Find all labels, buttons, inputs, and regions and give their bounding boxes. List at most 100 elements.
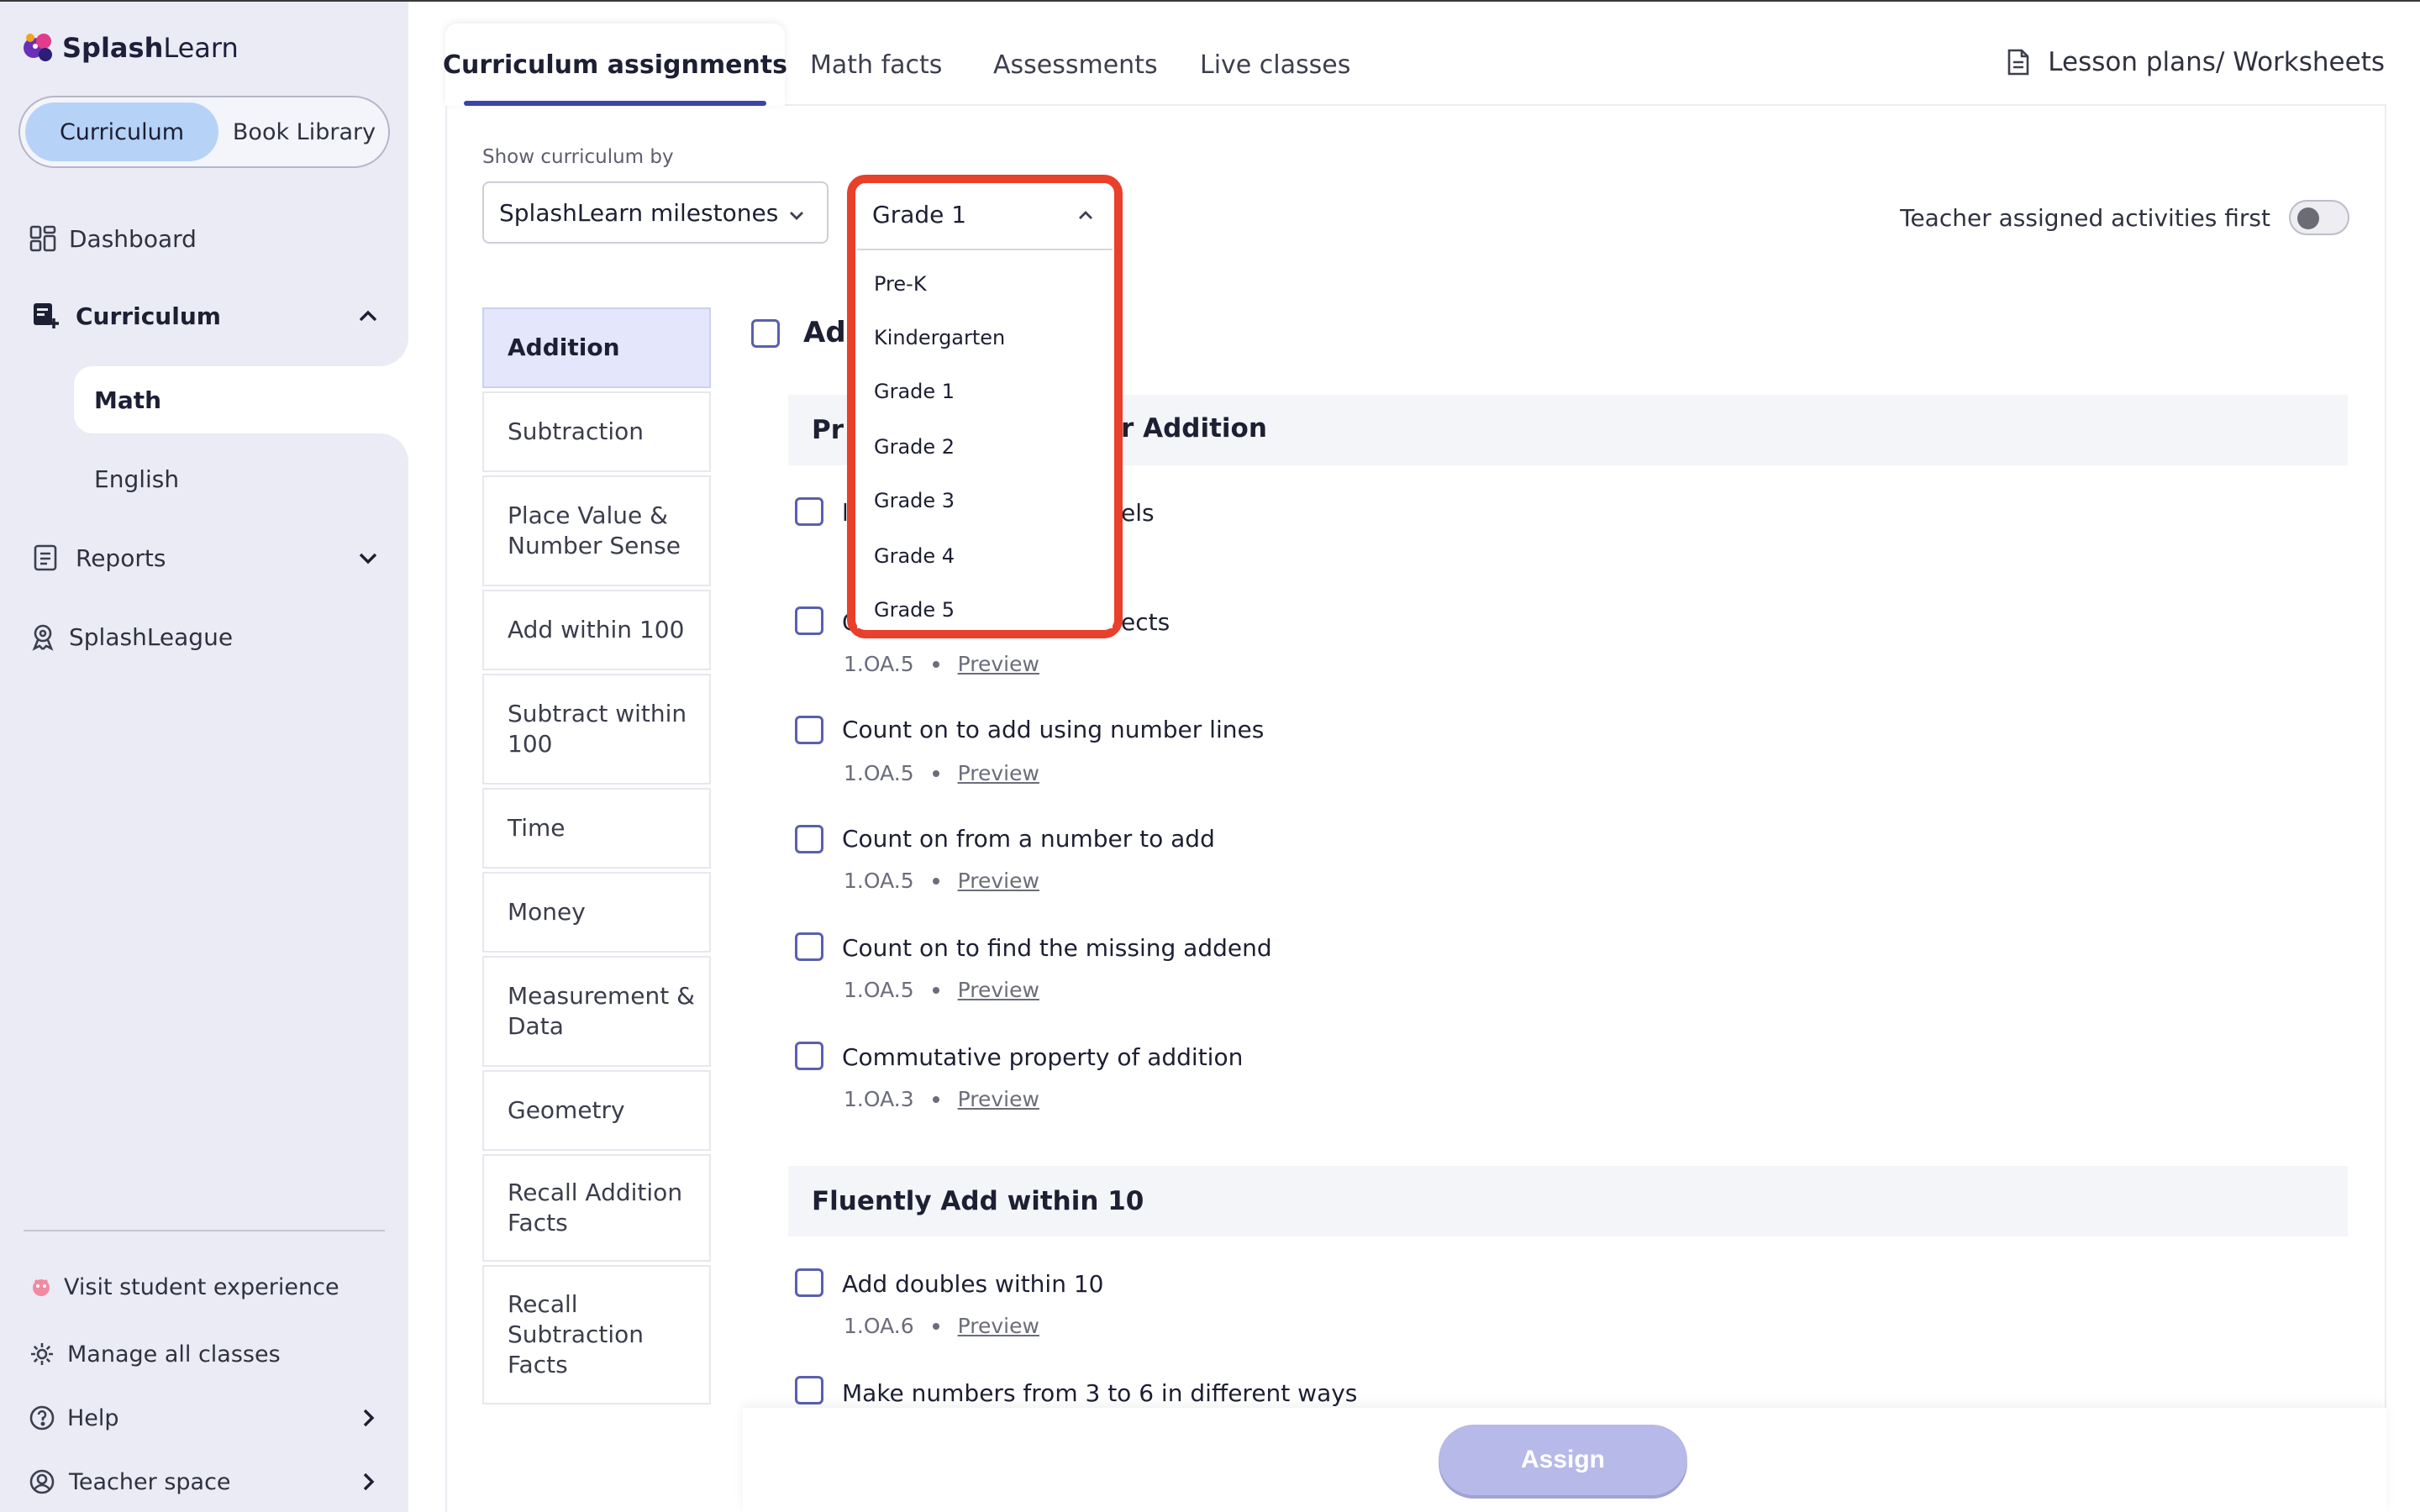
- activity-meta: 1.OA.5 Preview: [844, 652, 1039, 676]
- activity-title-right: els: [1121, 499, 1155, 527]
- activity-checkbox[interactable]: [795, 1376, 823, 1404]
- switch-knob: [2297, 207, 2319, 229]
- sidebar-item-reports[interactable]: Reports: [0, 526, 408, 590]
- activity-title: Count on from a number to add: [842, 825, 1215, 853]
- curriculum-toggle-button[interactable]: Curriculum: [25, 102, 218, 161]
- activity-checkbox[interactable]: [795, 716, 823, 744]
- topic-addition[interactable]: Addition: [482, 307, 711, 388]
- lesson-plans-link[interactable]: Lesson plans/ Worksheets: [2006, 47, 2385, 77]
- sidebar-divider: [24, 1230, 385, 1231]
- sidebar-item-teacher-space[interactable]: Teacher space: [0, 1450, 408, 1512]
- active-tab-curve-bottom: [366, 433, 408, 462]
- grade-options-list: Pre-K Kindergarten Grade 1 Grade 2 Grade…: [857, 249, 1113, 628]
- activity-title: Make numbers from 3 to 6 in different wa…: [842, 1379, 1358, 1407]
- trophy-icon: [29, 622, 57, 651]
- activity-checkbox[interactable]: [795, 606, 823, 635]
- grade-select[interactable]: Grade 1: [857, 183, 1113, 245]
- tab-live-classes[interactable]: Live classes: [1200, 24, 1350, 106]
- preview-link[interactable]: Preview: [958, 652, 1039, 676]
- brand-logo[interactable]: SplashLearn: [18, 27, 239, 69]
- milestones-select-value: SplashLearn milestones: [499, 198, 779, 227]
- sidebar-item-curriculum[interactable]: Curriculum: [0, 284, 408, 348]
- grade-option-grade-3[interactable]: Grade 3: [874, 489, 955, 512]
- splashlearn-logo-icon: [18, 28, 59, 68]
- preview-link[interactable]: Preview: [958, 761, 1039, 785]
- grade-option-kindergarten[interactable]: Kindergarten: [874, 326, 1005, 349]
- section-title-right: r Addition: [1121, 413, 1267, 444]
- topic-subtraction[interactable]: Subtraction: [482, 391, 711, 472]
- preview-link[interactable]: Preview: [958, 978, 1039, 1002]
- sidebar-subitem-english[interactable]: English: [94, 465, 179, 493]
- section-header: Fluently Add within 10: [788, 1166, 2348, 1236]
- brand-name: SplashLearn: [62, 32, 239, 64]
- activity-checkbox[interactable]: [795, 1042, 823, 1070]
- preview-link[interactable]: Preview: [958, 869, 1039, 893]
- milestones-select[interactable]: SplashLearn milestones: [482, 181, 829, 244]
- topic-place-value[interactable]: Place Value & Number Sense: [482, 475, 711, 586]
- topic-title: Ad: [803, 316, 846, 349]
- standard-code: 1.OA.5: [844, 652, 914, 676]
- sidebar-item-label: Teacher space: [69, 1468, 231, 1495]
- chevron-right-icon[interactable]: [356, 1406, 380, 1430]
- activity-title-right: ects: [1121, 608, 1171, 636]
- sidebar-subitem-math[interactable]: Math: [74, 366, 408, 433]
- sidebar-item-help[interactable]: Help: [0, 1386, 408, 1450]
- standard-code: 1.OA.6: [844, 1314, 914, 1338]
- activity-meta: 1.OA.5 Preview: [844, 978, 1039, 1002]
- activity-title: Add doubles within 10: [842, 1270, 1104, 1298]
- content-panel: [445, 104, 2386, 1512]
- activity-checkbox[interactable]: [795, 1268, 823, 1297]
- activity-meta: 1.OA.3 Preview: [844, 1087, 1039, 1111]
- chevron-down-icon[interactable]: [356, 546, 380, 570]
- activity-title: Commutative property of addition: [842, 1043, 1244, 1071]
- activity-meta: 1.OA.6 Preview: [844, 1314, 1039, 1338]
- activity-checkbox[interactable]: [795, 932, 823, 961]
- topic-geometry[interactable]: Geometry: [482, 1070, 711, 1151]
- chevron-right-icon[interactable]: [356, 1470, 380, 1494]
- activity-title: Count on to add using number lines: [842, 716, 1265, 743]
- grade-select-value: Grade 1: [872, 200, 967, 228]
- tab-curriculum-assignments[interactable]: Curriculum assignments: [443, 24, 787, 106]
- topic-measurement-data[interactable]: Measurement & Data: [482, 956, 711, 1067]
- topic-subtract-within-100[interactable]: Subtract within 100: [482, 674, 711, 785]
- grade-option-grade-1[interactable]: Grade 1: [874, 380, 955, 403]
- grade-option-grade-4[interactable]: Grade 4: [874, 544, 955, 568]
- sidebar-item-label: SplashLeague: [69, 622, 234, 651]
- chevron-up-icon[interactable]: [356, 304, 380, 328]
- assign-button[interactable]: Assign: [1439, 1425, 1687, 1495]
- select-all-checkbox[interactable]: [751, 319, 780, 348]
- teacher-first-switch[interactable]: [2289, 200, 2349, 235]
- topic-money[interactable]: Money: [482, 872, 711, 953]
- sidebar-item-manage-classes[interactable]: Manage all classes: [0, 1322, 408, 1386]
- topic-add-within-100[interactable]: Add within 100: [482, 590, 711, 670]
- sidebar-item-label: Visit student experience: [64, 1273, 339, 1300]
- preview-link[interactable]: Preview: [958, 1314, 1039, 1338]
- show-curriculum-label: Show curriculum by: [482, 146, 674, 168]
- activity-meta: 1.OA.5 Preview: [844, 761, 1039, 785]
- activity-checkbox[interactable]: [795, 497, 823, 526]
- gear-icon: [29, 1341, 55, 1368]
- sidebar-item-splashleague[interactable]: SplashLeague: [0, 605, 408, 669]
- chevron-down-icon: [786, 203, 807, 223]
- standard-code: 1.OA.5: [844, 869, 914, 893]
- grade-option-grade-5[interactable]: Grade 5: [874, 598, 955, 622]
- standard-code: 1.OA.5: [844, 978, 914, 1002]
- topic-time[interactable]: Time: [482, 788, 711, 869]
- preview-link[interactable]: Preview: [958, 1087, 1039, 1111]
- active-tab-curve-top: [366, 338, 408, 366]
- sidebar-item-visit-student[interactable]: Visit student experience: [0, 1255, 408, 1319]
- topic-recall-addition-facts[interactable]: Recall Addition Facts: [482, 1154, 711, 1262]
- tab-math-facts[interactable]: Math facts: [810, 24, 942, 106]
- section-title-left: Pr: [812, 415, 844, 445]
- document-icon: [2006, 48, 2031, 76]
- tab-assessments[interactable]: Assessments: [993, 24, 1158, 106]
- topic-recall-subtraction-facts[interactable]: Recall Subtraction Facts: [482, 1265, 711, 1404]
- grade-option-pre-k[interactable]: Pre-K: [874, 272, 927, 296]
- active-tab-indicator: [464, 101, 766, 106]
- sidebar-item-dashboard[interactable]: Dashboard: [0, 207, 408, 270]
- reports-icon: [32, 543, 60, 572]
- activity-checkbox[interactable]: [795, 825, 823, 853]
- book-library-toggle-button[interactable]: Book Library: [222, 102, 387, 161]
- curriculum-icon: [32, 302, 60, 330]
- grade-option-grade-2[interactable]: Grade 2: [874, 435, 955, 459]
